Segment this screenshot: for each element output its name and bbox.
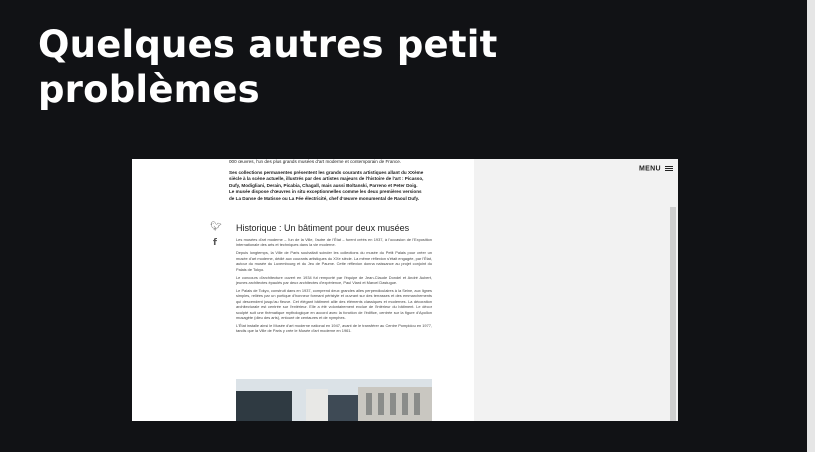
side-panel	[474, 159, 678, 421]
section-heading: Historique : Un bâtiment pour deux musée…	[236, 223, 410, 233]
body-paragraph: Depuis longtemps, la Ville de Paris souh…	[236, 250, 432, 272]
scrollbar[interactable]	[670, 207, 676, 421]
intro-paragraph: Ses collections permanentes présentent l…	[229, 169, 424, 201]
slide-title: Quelques autres petit problèmes	[38, 23, 498, 111]
hamburger-icon	[665, 165, 674, 172]
menu-button[interactable]: MENU	[639, 165, 674, 173]
body-paragraph: Le Palais de Tokyo, construit dans en 19…	[236, 288, 432, 321]
section-body: Les musées d'art moderne – l'un de la Vi…	[236, 237, 432, 336]
body-paragraph: Les musées d'art moderne – l'un de la Vi…	[236, 237, 432, 248]
facebook-icon[interactable]: f	[210, 239, 220, 248]
body-paragraph: Le concours d'architecture ouvert en 193…	[236, 274, 432, 286]
menu-label: MENU	[639, 165, 661, 173]
share-icons: 🐦︎ f	[210, 223, 221, 248]
intro-paragraph: 000 œuvres, l'un des plus grands musées …	[229, 159, 402, 164]
twitter-icon[interactable]: 🐦︎	[210, 223, 221, 232]
window-scrollbar[interactable]	[807, 0, 815, 452]
building-photo	[236, 379, 432, 421]
embedded-screenshot: MENU 000 œuvres, l'un des plus grands mu…	[132, 159, 678, 421]
slide: Quelques autres petit problèmes MENU 000…	[0, 0, 807, 452]
intro-text: 000 œuvres, l'un des plus grands musées …	[229, 159, 424, 207]
body-paragraph: L'État installe ainsi le Musée d'art mod…	[236, 323, 432, 334]
